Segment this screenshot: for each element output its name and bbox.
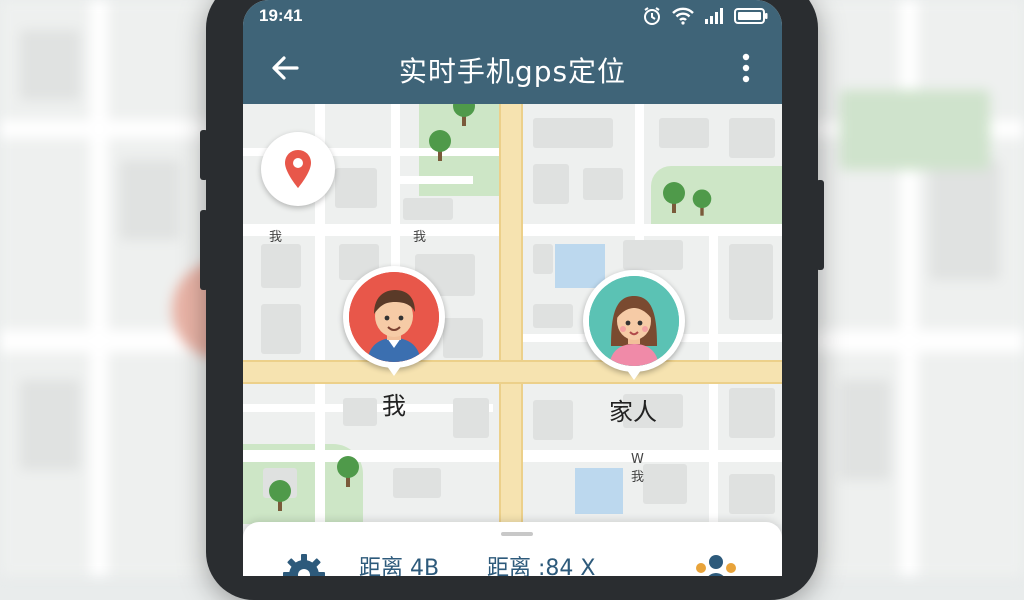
tree-icon [337, 456, 359, 487]
tree-icon [269, 480, 291, 511]
main-road-vertical [499, 104, 523, 524]
marker-family-label: 家人 [609, 398, 657, 426]
gear-icon[interactable] [281, 552, 327, 576]
my-location-button[interactable] [261, 132, 335, 206]
wifi-icon [672, 7, 694, 25]
location-pin-icon [285, 150, 311, 188]
water-area [555, 244, 605, 288]
tree-icon [692, 189, 712, 216]
main-road-horizontal [243, 360, 782, 384]
more-vert-icon[interactable] [736, 48, 756, 88]
tree-icon [453, 104, 475, 126]
alarm-icon [644, 7, 660, 25]
people-icon[interactable] [693, 552, 739, 576]
drag-handle[interactable] [501, 532, 533, 536]
status-time: 19:41 [259, 6, 303, 25]
distance-text-a: 距离 4B [359, 556, 440, 576]
signal-icon [705, 8, 723, 24]
map-label: 我 [631, 470, 645, 485]
map-label: W [631, 452, 644, 467]
avatar-woman [589, 276, 679, 366]
map-label: 我 [413, 230, 427, 245]
water-area [575, 468, 623, 514]
map-label: 我 [269, 230, 283, 245]
distance-text-b: 距离 :84 X [487, 556, 596, 576]
marker-family[interactable] [583, 270, 685, 380]
marker-me[interactable] [343, 266, 445, 376]
avatar-man [349, 272, 439, 362]
status-bar: 19:41 [243, 0, 782, 32]
phone-screen: 19:41 实时手机gps定位 我 我 W 我 我 家人 距离 4B 距离:8… [243, 0, 782, 576]
tree-icon [429, 130, 451, 161]
marker-me-label: 我 [382, 392, 406, 420]
tree-icon [663, 182, 685, 213]
battery-icon [734, 8, 768, 24]
map-view[interactable]: 我 我 W 我 我 家人 [243, 104, 782, 524]
bottom-panel: 距离 4B 距离 :84 X [243, 522, 782, 576]
page-title: 实时手机gps定位 [398, 55, 627, 88]
app-bar: 实时手机gps定位 [243, 32, 782, 104]
